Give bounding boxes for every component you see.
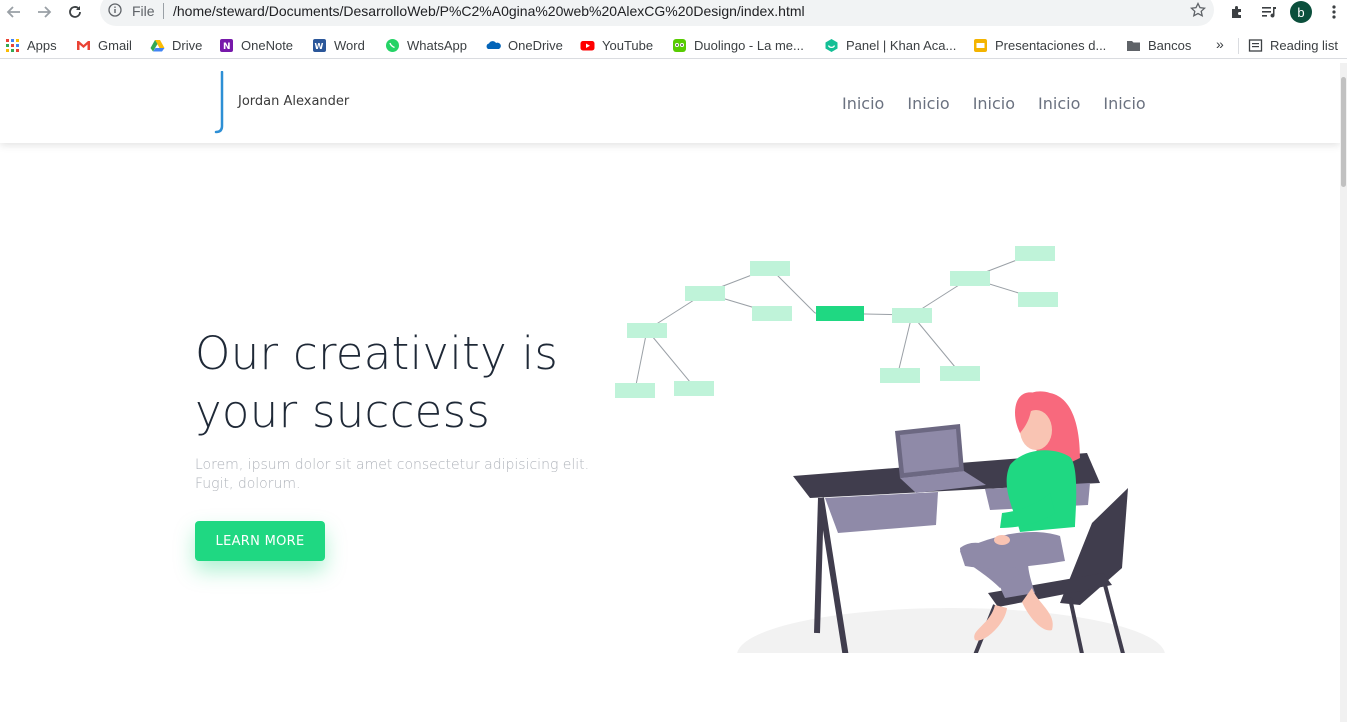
word-icon: W bbox=[313, 38, 326, 52]
bookmark-label: Duolingo - La me... bbox=[694, 37, 804, 53]
svg-text:N: N bbox=[223, 42, 231, 52]
reload-icon bbox=[69, 6, 81, 18]
bookmark-label: Bancos bbox=[1148, 37, 1192, 53]
nav-link-inicio-1[interactable]: Inicio bbox=[842, 94, 884, 113]
site-brand[interactable]: Jordan Alexander bbox=[238, 94, 349, 109]
apps-grid-icon bbox=[6, 38, 19, 52]
bookmark-onedrive[interactable]: OneDrive bbox=[486, 35, 563, 55]
reading-list-icon bbox=[1248, 38, 1263, 52]
reading-list-button[interactable]: Reading list bbox=[1248, 35, 1338, 55]
hero-title-line-2: your success bbox=[195, 385, 491, 438]
forward-button[interactable] bbox=[32, 0, 56, 24]
forward-arrow-icon bbox=[38, 6, 52, 18]
url-separator bbox=[163, 3, 164, 19]
reload-button[interactable] bbox=[63, 0, 87, 24]
floor-shadow bbox=[737, 608, 1165, 653]
url-text[interactable]: /home/steward/Documents/DesarrolloWeb/P%… bbox=[173, 3, 805, 19]
youtube-icon bbox=[580, 40, 595, 50]
profile-avatar[interactable]: b bbox=[1290, 1, 1312, 23]
hero-title-line-1: Our creativity is bbox=[195, 327, 559, 380]
onenote-icon: N bbox=[220, 38, 233, 52]
browser-toolbar: File /home/steward/Documents/DesarrolloW… bbox=[0, 0, 1347, 27]
hero-illustration bbox=[615, 246, 1165, 653]
bookmark-duolingo[interactable]: Duolingo - La me... bbox=[672, 35, 804, 55]
learn-more-button[interactable]: LEARN MORE bbox=[195, 521, 325, 561]
hero-description-line-2: Fugit, dolorum. bbox=[195, 476, 301, 492]
hero-title: Our creativity is your success bbox=[195, 325, 615, 441]
bookmark-onenote[interactable]: N OneNote bbox=[219, 35, 293, 55]
back-arrow-icon bbox=[6, 6, 20, 18]
slides-icon bbox=[974, 38, 987, 52]
back-button[interactable] bbox=[2, 0, 26, 24]
bookmark-label: Gmail bbox=[98, 37, 132, 53]
drive-icon bbox=[150, 39, 165, 51]
bookmark-youtube[interactable]: YouTube bbox=[580, 35, 653, 55]
site-header: Jordan Alexander Inicio Inicio Inicio In… bbox=[0, 63, 1340, 143]
bookmark-label: Apps bbox=[27, 37, 57, 53]
info-icon[interactable] bbox=[108, 3, 122, 17]
bookmarks-bar: Apps Gmail Drive N OneNote W Word WhatsA… bbox=[0, 30, 1347, 59]
puzzle-icon bbox=[1232, 6, 1241, 18]
onedrive-icon bbox=[486, 40, 501, 49]
gmail-icon bbox=[77, 40, 90, 50]
hero-description-line-1: Lorem, ipsum dolor sit amet consectetur … bbox=[195, 457, 590, 473]
main-nav: Inicio Inicio Inicio Inicio Inicio bbox=[842, 94, 1146, 113]
bookmarks-divider bbox=[1238, 38, 1239, 54]
bookmark-apps[interactable]: Apps bbox=[5, 35, 57, 55]
bookmark-label: Drive bbox=[172, 37, 203, 53]
bookmark-label: Panel | Khan Aca... bbox=[846, 37, 957, 53]
bookmark-drive[interactable]: Drive bbox=[150, 35, 202, 55]
nav-link-inicio-4[interactable]: Inicio bbox=[1038, 94, 1080, 113]
bookmark-label: OneDrive bbox=[508, 37, 563, 53]
bookmark-star-icon[interactable] bbox=[1190, 2, 1206, 18]
duolingo-icon bbox=[673, 38, 686, 52]
khan-academy-icon bbox=[825, 38, 838, 52]
nav-link-inicio-2[interactable]: Inicio bbox=[907, 94, 949, 113]
bookmark-word[interactable]: W Word bbox=[312, 35, 365, 55]
bookmark-label: Word bbox=[334, 37, 365, 53]
page-viewport: Jordan Alexander Inicio Inicio Inicio In… bbox=[0, 63, 1340, 722]
whatsapp-icon bbox=[386, 38, 399, 52]
nav-link-inicio-5[interactable]: Inicio bbox=[1103, 94, 1145, 113]
media-button[interactable] bbox=[1258, 1, 1280, 23]
bookmark-whatsapp[interactable]: WhatsApp bbox=[385, 35, 467, 55]
bookmark-label: OneNote bbox=[241, 37, 294, 53]
mind-map-nodes bbox=[615, 246, 1058, 398]
nav-link-inicio-3[interactable]: Inicio bbox=[973, 94, 1015, 113]
bookmark-presentaciones[interactable]: Presentaciones d... bbox=[973, 35, 1106, 55]
bookmark-khan-academy[interactable]: Panel | Khan Aca... bbox=[824, 35, 956, 55]
queue-music-icon bbox=[1262, 7, 1276, 18]
bookmark-bancos[interactable]: Bancos bbox=[1126, 35, 1191, 55]
bookmark-gmail[interactable]: Gmail bbox=[76, 35, 132, 55]
address-bar[interactable]: File /home/steward/Documents/DesarrolloW… bbox=[100, 0, 1214, 26]
extensions-button[interactable] bbox=[1226, 1, 1248, 23]
browser-menu-button[interactable] bbox=[1323, 1, 1345, 23]
bookmark-label: Presentaciones d... bbox=[995, 37, 1107, 53]
bookmarks-overflow-button[interactable]: » bbox=[1216, 36, 1224, 52]
bookmark-label: YouTube bbox=[602, 37, 654, 53]
kebab-menu-icon bbox=[1332, 5, 1336, 19]
page-scrollbar[interactable] bbox=[1340, 63, 1347, 722]
laptop bbox=[895, 424, 986, 493]
svg-text:W: W bbox=[315, 42, 324, 51]
bookmark-label: WhatsApp bbox=[407, 37, 467, 53]
url-scheme: File bbox=[132, 3, 155, 19]
reading-list-label: Reading list bbox=[1270, 37, 1338, 53]
logo-mark[interactable] bbox=[212, 71, 226, 135]
folder-icon bbox=[1127, 40, 1140, 51]
scrollbar-thumb[interactable] bbox=[1341, 77, 1346, 187]
hero-description: Lorem, ipsum dolor sit amet consectetur … bbox=[195, 456, 595, 494]
